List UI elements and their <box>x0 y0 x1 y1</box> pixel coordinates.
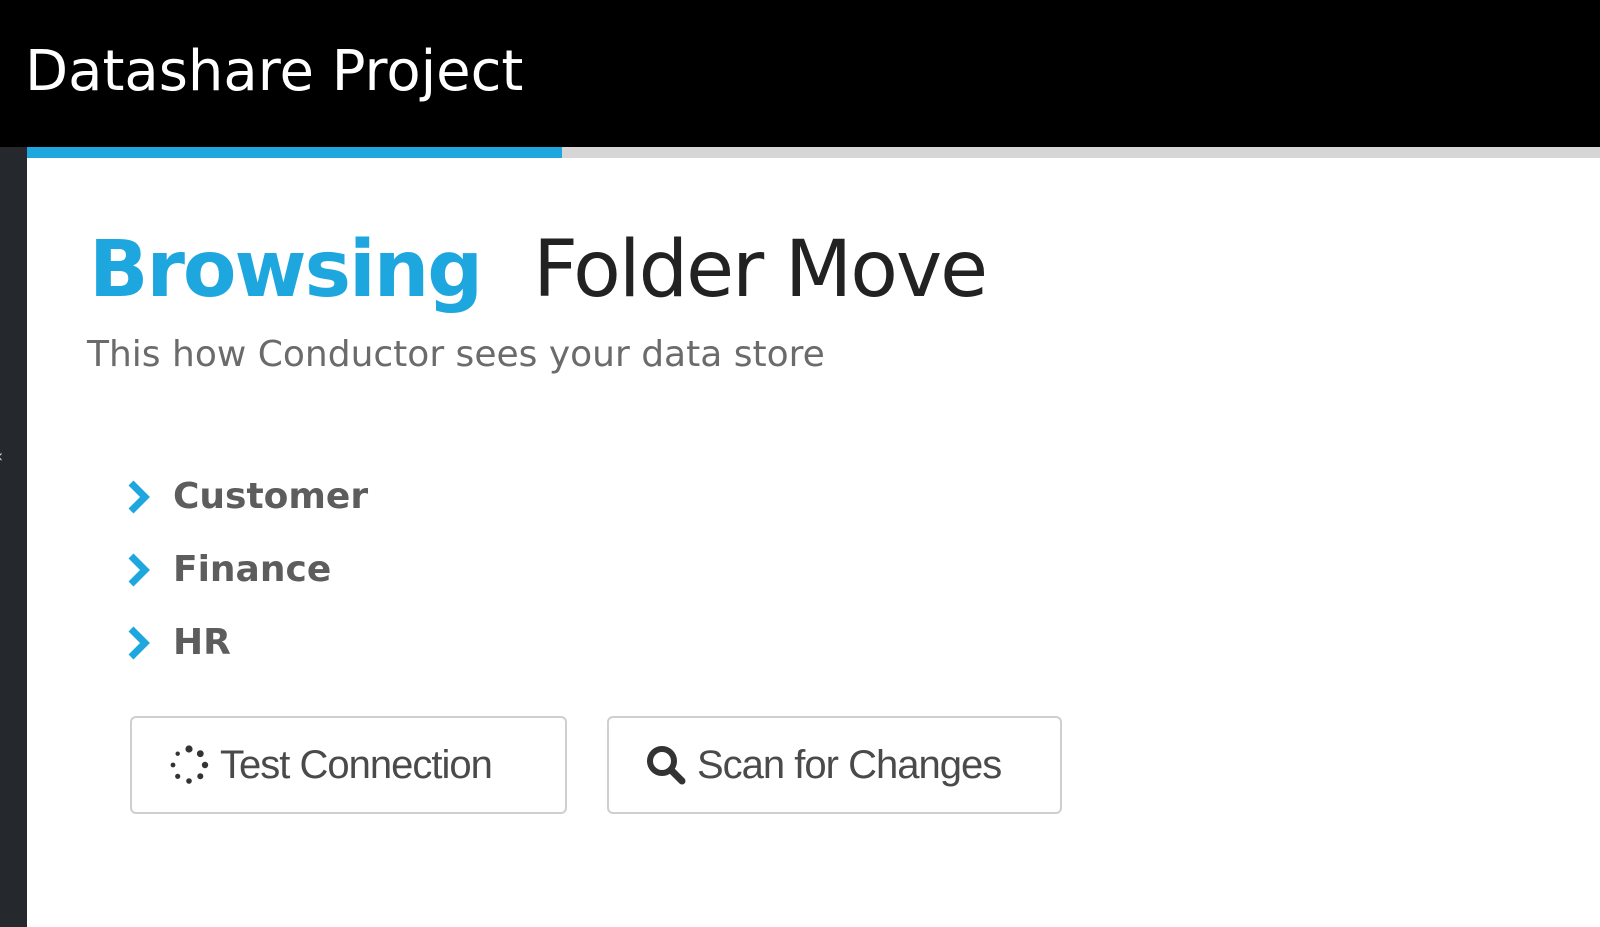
page-title: Browsing Folder Move <box>89 220 988 341</box>
title-bar: Datashare Project <box>0 0 1600 147</box>
page-subtitle: This how Conductor sees your data store <box>87 334 825 375</box>
progress-bar <box>27 147 1600 158</box>
spinner-icon <box>168 744 210 786</box>
search-icon <box>645 744 687 786</box>
app-window: Datashare Project ‹ Browsing Folder Move … <box>0 0 1600 927</box>
tree-item-label: HR <box>173 621 231 663</box>
scan-for-changes-button[interactable]: Scan for Changes <box>607 716 1062 814</box>
test-connection-button[interactable]: Test Connection <box>130 716 567 814</box>
window-title: Datashare Project <box>25 39 524 104</box>
tree-item-customer[interactable]: Customer <box>123 460 368 533</box>
target-name: Folder Move <box>533 225 988 315</box>
left-rail: ‹ <box>0 147 27 927</box>
folder-tree: Customer Finance HR <box>123 460 368 679</box>
progress-fill <box>27 147 562 158</box>
tree-item-label: Customer <box>173 475 369 517</box>
tree-item-finance[interactable]: Finance <box>123 533 368 606</box>
chevron-right-icon[interactable] <box>123 477 153 517</box>
rail-handle-icon[interactable]: ‹ <box>0 447 6 467</box>
mode-label: Browsing <box>89 225 483 315</box>
chevron-right-icon[interactable] <box>123 550 153 590</box>
tree-item-hr[interactable]: HR <box>123 606 368 679</box>
tree-item-label: Finance <box>173 548 332 590</box>
test-connection-label: Test Connection <box>220 743 493 787</box>
chevron-right-icon[interactable] <box>123 623 153 663</box>
scan-for-changes-label: Scan for Changes <box>697 743 1002 787</box>
main-content: Browsing Folder Move This how Conductor s… <box>27 158 1600 927</box>
